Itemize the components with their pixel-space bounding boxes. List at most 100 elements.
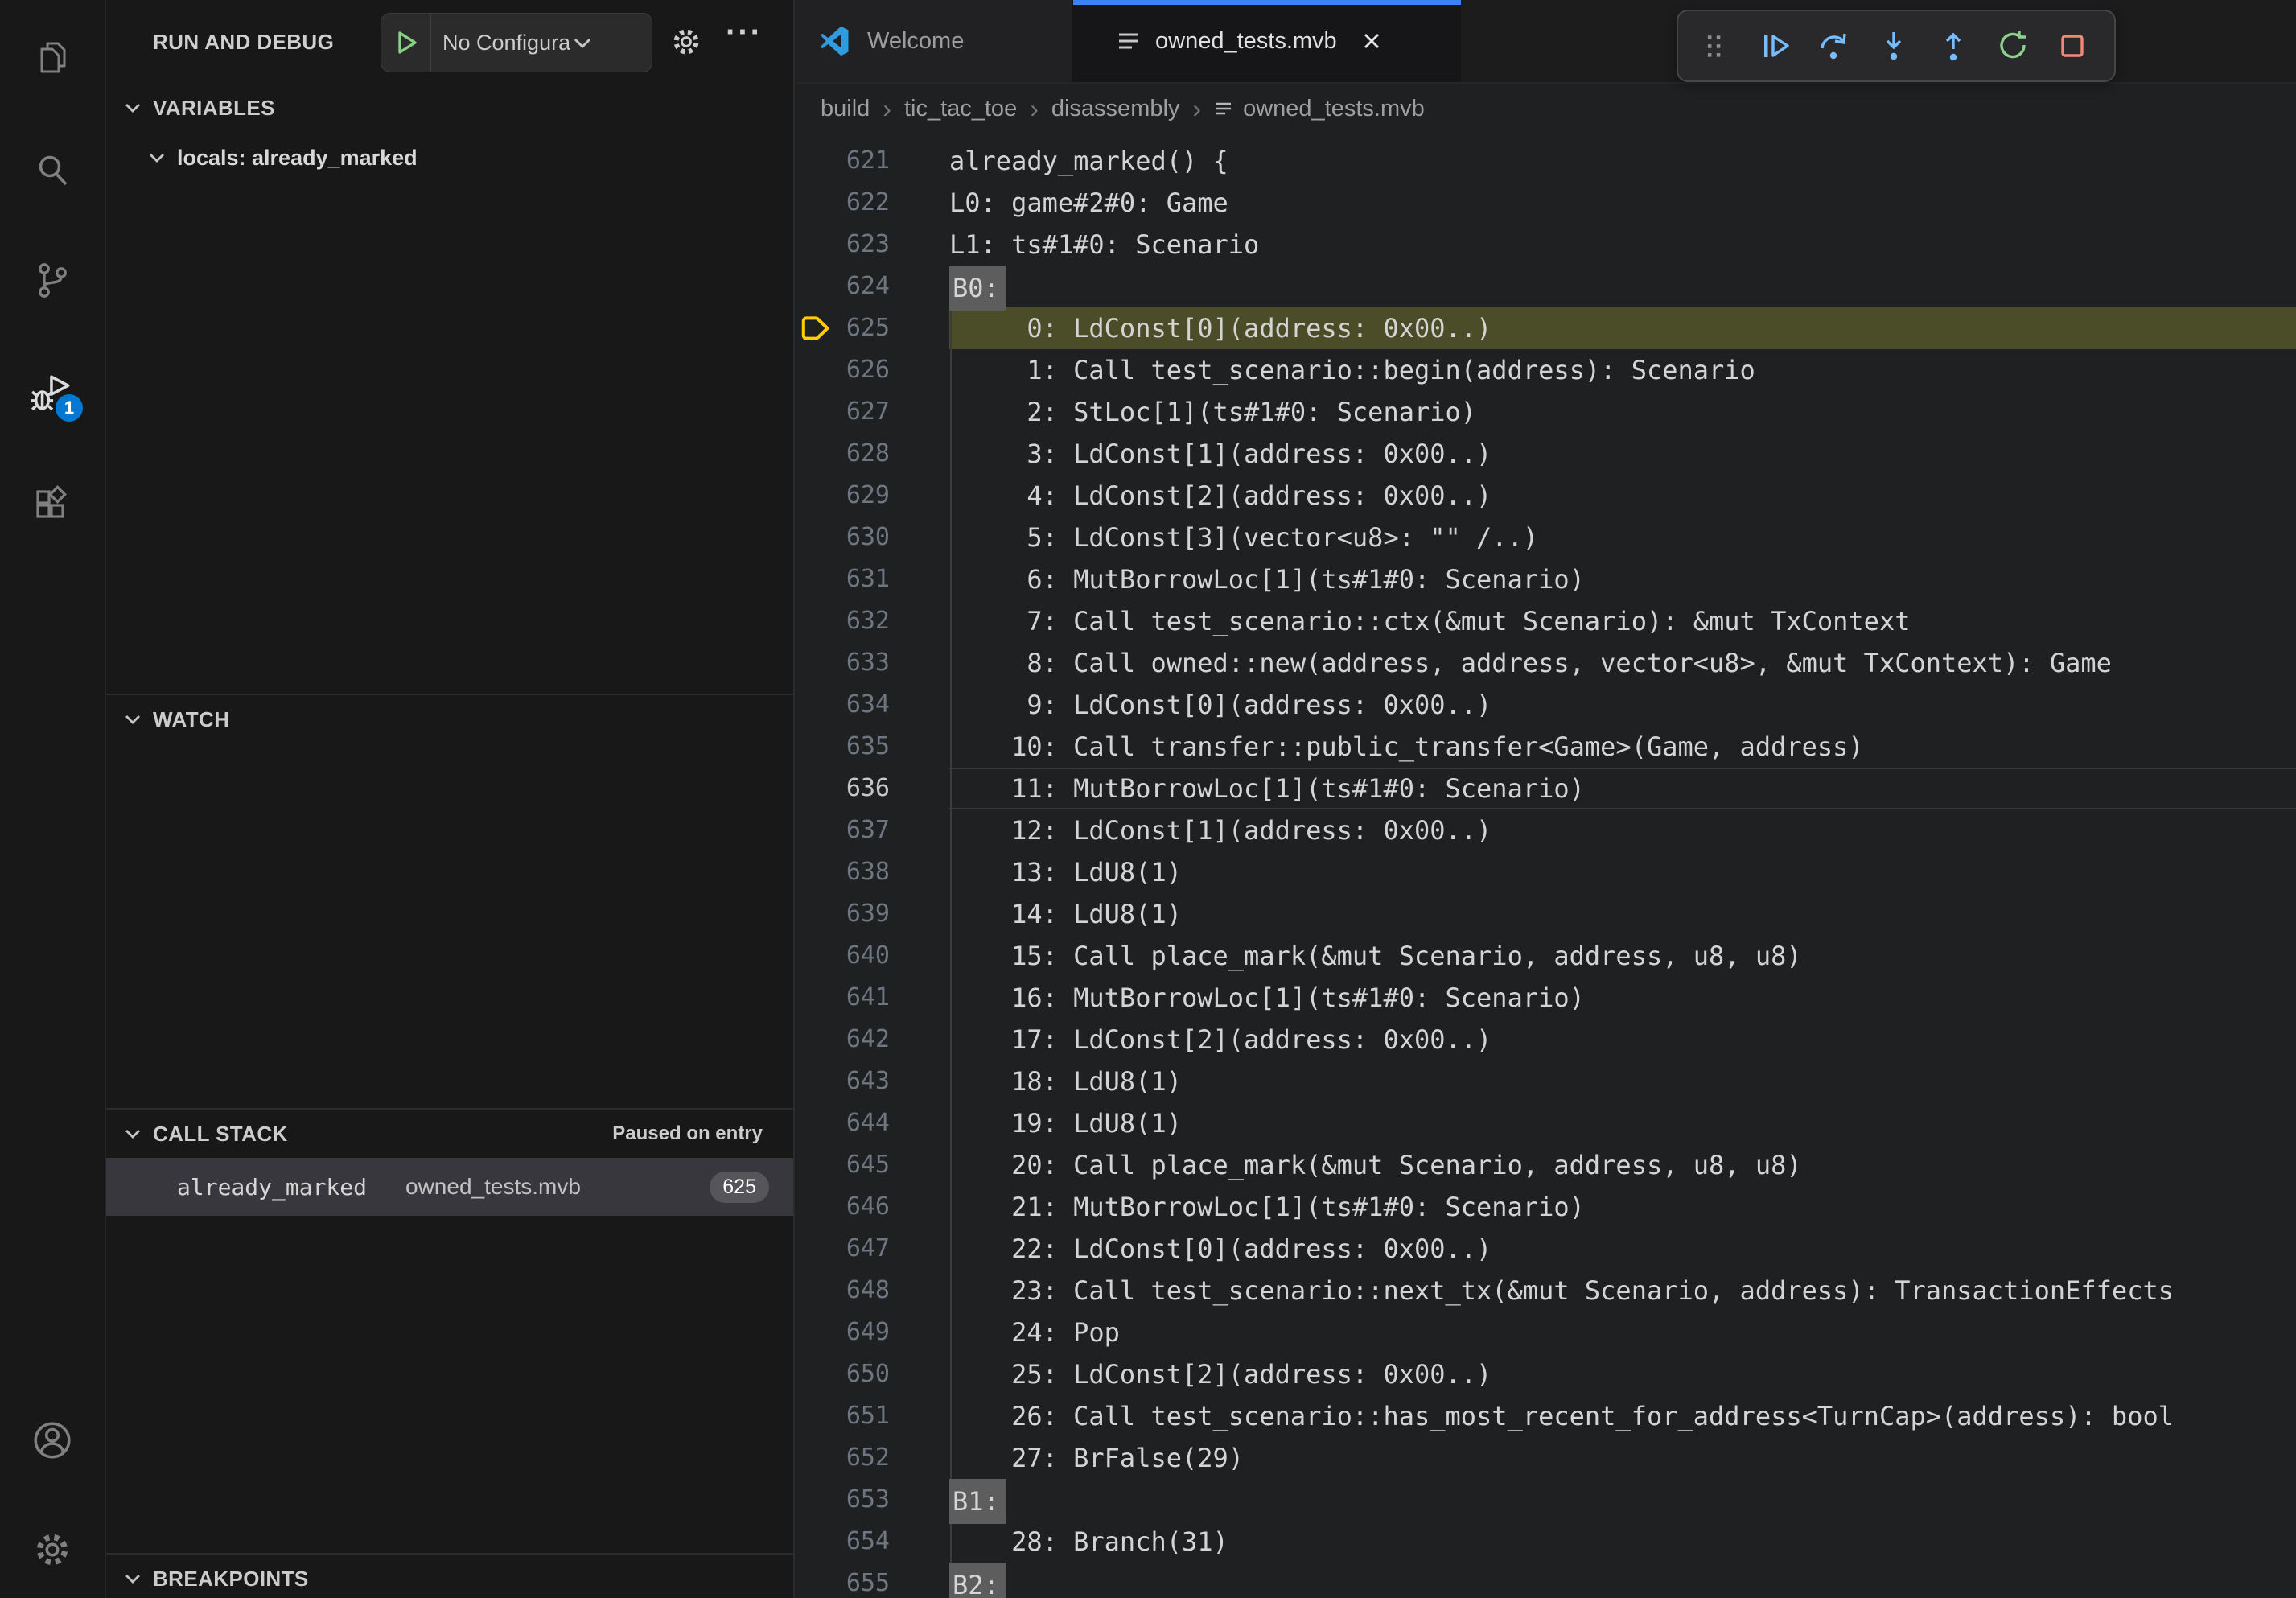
settings-gear-icon[interactable]	[30, 1527, 75, 1572]
line-number[interactable]: 634	[838, 684, 949, 726]
code-line[interactable]: 636 11: MutBorrowLoc[1](ts#1#0: Scenario…	[795, 768, 2296, 809]
breakpoint-margin[interactable]	[795, 935, 838, 977]
breadcrumb-item[interactable]: disassembly	[1051, 96, 1180, 122]
line-text[interactable]: 9: LdConst[0](address: 0x00..)	[949, 684, 2296, 726]
line-text[interactable]: B2:	[949, 1563, 2296, 1598]
line-text[interactable]: 14: LdU8(1)	[949, 893, 2296, 935]
start-debug-icon[interactable]	[381, 14, 431, 72]
variables-section-header[interactable]: VARIABLES	[106, 84, 793, 132]
gutter[interactable]: 639	[795, 893, 949, 935]
line-text[interactable]: 1: Call test_scenario::begin(address): S…	[949, 349, 2296, 391]
line-number[interactable]: 650	[838, 1353, 949, 1395]
line-number[interactable]: 631	[838, 558, 949, 600]
breakpoint-margin[interactable]	[795, 768, 838, 809]
gutter[interactable]: 621	[795, 140, 949, 182]
gutter[interactable]: 623	[795, 224, 949, 266]
code-line[interactable]: 638 13: LdU8(1)	[795, 851, 2296, 893]
line-number[interactable]: 639	[838, 893, 949, 935]
variables-locals-row[interactable]: locals: already_marked	[106, 134, 793, 182]
code-line[interactable]: 629 4: LdConst[2](address: 0x00..)	[795, 475, 2296, 517]
line-number[interactable]: 630	[838, 517, 949, 558]
line-number[interactable]: 642	[838, 1019, 949, 1061]
debug-config-select[interactable]: No Configura	[442, 31, 570, 56]
line-number[interactable]: 648	[838, 1270, 949, 1312]
gutter[interactable]: 625	[795, 307, 949, 349]
step-over-button[interactable]	[1817, 28, 1852, 64]
line-number[interactable]: 643	[838, 1061, 949, 1102]
line-text[interactable]: 13: LdU8(1)	[949, 851, 2296, 893]
breakpoint-margin[interactable]	[795, 517, 838, 558]
line-number[interactable]: 644	[838, 1102, 949, 1144]
toolbar-drag-handle[interactable]	[1697, 28, 1733, 64]
line-number[interactable]: 649	[838, 1312, 949, 1353]
line-number[interactable]: 629	[838, 475, 949, 517]
code-line[interactable]: 651 26: Call test_scenario::has_most_rec…	[795, 1395, 2296, 1437]
line-text[interactable]: 17: LdConst[2](address: 0x00..)	[949, 1019, 2296, 1061]
gutter[interactable]: 636	[795, 768, 949, 809]
line-text[interactable]: 26: Call test_scenario::has_most_recent_…	[949, 1395, 2296, 1437]
line-number[interactable]: 621	[838, 140, 949, 182]
debug-config-control[interactable]: No Configura	[381, 13, 652, 72]
breakpoint-margin[interactable]	[795, 1395, 838, 1437]
restart-button[interactable]	[1995, 28, 2031, 64]
explorer-icon[interactable]	[30, 35, 75, 80]
gutter[interactable]: 633	[795, 642, 949, 684]
breakpoint-margin[interactable]	[795, 224, 838, 266]
line-text[interactable]: 18: LdU8(1)	[949, 1061, 2296, 1102]
line-text[interactable]: 2: StLoc[1](ts#1#0: Scenario)	[949, 391, 2296, 433]
breakpoint-margin[interactable]	[795, 1353, 838, 1395]
line-text[interactable]: 4: LdConst[2](address: 0x00..)	[949, 475, 2296, 517]
breakpoint-margin[interactable]	[795, 642, 838, 684]
gutter[interactable]: 645	[795, 1144, 949, 1186]
breadcrumb-item[interactable]: build	[821, 96, 870, 122]
gutter[interactable]: 627	[795, 391, 949, 433]
stop-button[interactable]	[2055, 28, 2090, 64]
line-text[interactable]: already_marked() {	[949, 140, 2296, 182]
breakpoint-margin[interactable]	[795, 433, 838, 475]
line-number[interactable]: 622	[838, 182, 949, 224]
line-text[interactable]: 23: Call test_scenario::next_tx(&mut Sce…	[949, 1270, 2296, 1312]
code-line[interactable]: 627 2: StLoc[1](ts#1#0: Scenario)	[795, 391, 2296, 433]
code-line[interactable]: 642 17: LdConst[2](address: 0x00..)	[795, 1019, 2296, 1061]
account-icon[interactable]	[30, 1418, 75, 1463]
line-text[interactable]: L1: ts#1#0: Scenario	[949, 224, 2296, 266]
breakpoint-margin[interactable]	[795, 1312, 838, 1353]
gutter[interactable]: 632	[795, 600, 949, 642]
code-line[interactable]: 622L0: game#2#0: Game	[795, 182, 2296, 224]
breakpoint-margin[interactable]	[795, 558, 838, 600]
code-line[interactable]: 652 27: BrFalse(29)	[795, 1437, 2296, 1479]
breakpoint-margin[interactable]	[795, 140, 838, 182]
gutter[interactable]: 635	[795, 726, 949, 768]
run-and-debug-icon[interactable]: 1	[30, 370, 75, 415]
breakpoint-margin[interactable]	[795, 1019, 838, 1061]
gutter[interactable]: 648	[795, 1270, 949, 1312]
breakpoint-margin[interactable]	[795, 893, 838, 935]
code-line[interactable]: 643 18: LdU8(1)	[795, 1061, 2296, 1102]
gutter[interactable]: 634	[795, 684, 949, 726]
code-line[interactable]: 631 6: MutBorrowLoc[1](ts#1#0: Scenario)	[795, 558, 2296, 600]
breakpoint-margin[interactable]	[795, 475, 838, 517]
gutter[interactable]: 646	[795, 1186, 949, 1228]
breakpoint-margin[interactable]	[795, 809, 838, 851]
code-line[interactable]: 632 7: Call test_scenario::ctx(&mut Scen…	[795, 600, 2296, 642]
line-number[interactable]: 628	[838, 433, 949, 475]
breakpoint-margin[interactable]	[795, 266, 838, 307]
line-number[interactable]: 655	[838, 1563, 949, 1598]
line-number[interactable]: 651	[838, 1395, 949, 1437]
line-number[interactable]: 647	[838, 1228, 949, 1270]
breakpoint-margin[interactable]	[795, 1270, 838, 1312]
line-text[interactable]: 22: LdConst[0](address: 0x00..)	[949, 1228, 2296, 1270]
breakpoint-margin[interactable]	[795, 726, 838, 768]
line-number[interactable]: 623	[838, 224, 949, 266]
step-into-button[interactable]	[1876, 28, 1911, 64]
continue-button[interactable]	[1757, 28, 1792, 64]
line-number[interactable]: 633	[838, 642, 949, 684]
code-line[interactable]: 624B0:	[795, 266, 2296, 307]
code-line[interactable]: 647 22: LdConst[0](address: 0x00..)	[795, 1228, 2296, 1270]
code-line[interactable]: 628 3: LdConst[1](address: 0x00..)	[795, 433, 2296, 475]
code-line[interactable]: 626 1: Call test_scenario::begin(address…	[795, 349, 2296, 391]
breakpoint-margin[interactable]	[795, 1479, 838, 1521]
code-line[interactable]: 625 0: LdConst[0](address: 0x00..)	[795, 307, 2296, 349]
search-icon[interactable]	[30, 148, 75, 193]
breakpoints-section-header[interactable]: BREAKPOINTS	[106, 1555, 793, 1598]
